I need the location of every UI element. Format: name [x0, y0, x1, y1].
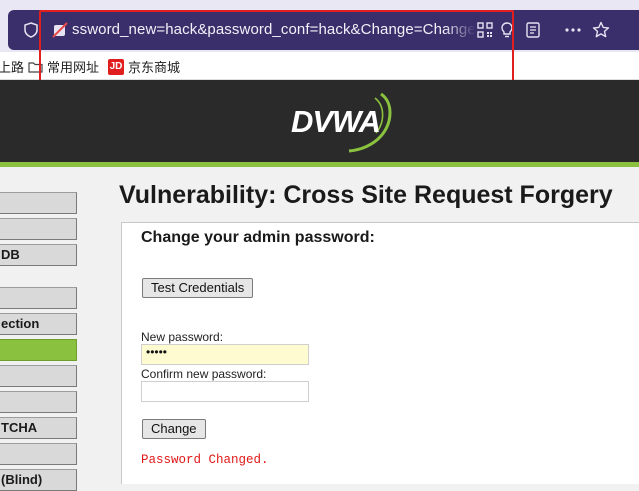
- result-message: Password Changed.: [141, 453, 269, 467]
- url-fade: [444, 16, 476, 44]
- bookmark-folder[interactable]: 常用网址: [28, 57, 99, 76]
- bookmarks-bar: 上路 常用网址 JD 京东商城: [0, 52, 639, 80]
- folder-icon: [28, 61, 43, 73]
- test-credentials-button[interactable]: Test Credentials: [142, 278, 254, 298]
- change-button[interactable]: Change: [142, 419, 206, 439]
- lightbulb-icon[interactable]: [498, 21, 516, 39]
- reader-view-icon[interactable]: [524, 21, 542, 39]
- qr-code-icon[interactable]: [476, 21, 494, 39]
- menu-item-sql-db[interactable]: DB: [0, 244, 77, 266]
- bookmark-label: 京东商城: [128, 60, 181, 75]
- password-mask: •••••: [146, 345, 168, 359]
- menu-item[interactable]: [0, 365, 77, 387]
- bookmark-jd[interactable]: JD 京东商城: [108, 57, 180, 76]
- browser-toolbar: ssword_new=hack&password_conf=hack&Chang…: [0, 0, 639, 52]
- page-title: Vulnerability: Cross Site Request Forger…: [119, 181, 613, 209]
- bookmark-label: 常用网址: [47, 60, 100, 75]
- confirm-password-input[interactable]: [141, 381, 309, 402]
- more-options-icon[interactable]: [564, 21, 582, 39]
- jd-logo-icon: JD: [108, 58, 124, 75]
- menu-item-csrf-active[interactable]: [0, 339, 77, 361]
- header-divider: [0, 162, 639, 167]
- bookmark-star-icon[interactable]: [592, 21, 610, 39]
- tracking-protection-icon[interactable]: [52, 22, 68, 38]
- bookmark-label: 上路: [0, 60, 25, 75]
- menu-item[interactable]: [0, 391, 77, 413]
- menu-item[interactable]: [0, 218, 77, 240]
- section-heading: Change your admin password:: [141, 229, 375, 246]
- url-text[interactable]: ssword_new=hack&password_conf=hack&Chang…: [72, 21, 474, 38]
- menu-item[interactable]: [0, 287, 77, 309]
- shield-icon[interactable]: [24, 22, 38, 38]
- confirm-password-label: Confirm new password:: [141, 367, 267, 381]
- menu-item[interactable]: [0, 192, 77, 214]
- menu-item-insecure-captcha[interactable]: TCHA: [0, 417, 77, 439]
- menu-item-command-injection[interactable]: ection: [0, 313, 77, 335]
- dvwa-logo-text: DVWA: [291, 104, 381, 139]
- new-password-label: New password:: [141, 330, 224, 344]
- bookmark-item[interactable]: 上路: [0, 57, 24, 76]
- menu-item-sql-injection-blind[interactable]: (Blind): [0, 469, 77, 491]
- new-password-input[interactable]: •••••: [141, 344, 309, 365]
- menu-item[interactable]: [0, 443, 77, 465]
- address-bar[interactable]: ssword_new=hack&password_conf=hack&Chang…: [8, 10, 639, 50]
